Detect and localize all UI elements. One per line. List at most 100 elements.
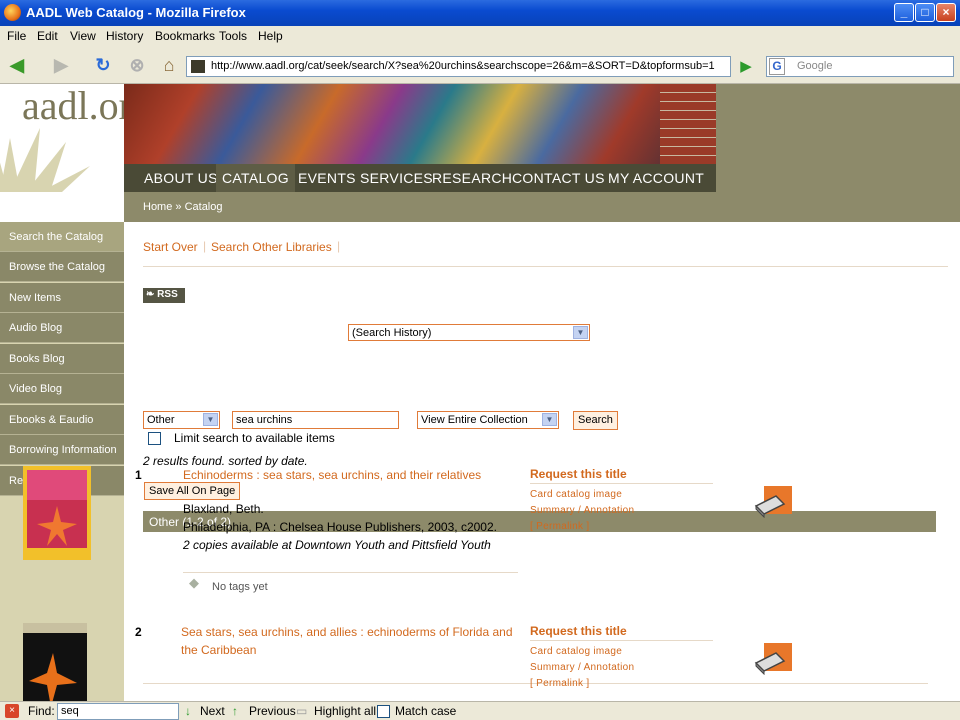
nav-catalog[interactable]: CATALOG xyxy=(216,164,295,192)
permalink-link[interactable]: [ Permalink ] xyxy=(530,678,713,689)
result-actions: Request this title Card catalog image Su… xyxy=(530,467,713,532)
minimize-button[interactable]: _ xyxy=(894,3,914,22)
search-engine-box[interactable]: G Google xyxy=(766,56,954,77)
tag-icon: ◆ xyxy=(189,575,199,590)
highlight-icon: ▭ xyxy=(296,704,308,718)
search-placeholder: Google xyxy=(797,60,833,72)
google-icon[interactable]: G xyxy=(769,58,785,75)
search-other-libraries-link[interactable]: Search Other Libraries xyxy=(211,240,332,254)
reload-icon[interactable]: ↻ xyxy=(90,52,116,78)
divider xyxy=(183,572,518,573)
scope-select[interactable]: View Entire Collection ▼ xyxy=(417,411,559,429)
summary-annotation-link[interactable]: Summary / Annotation xyxy=(530,505,713,516)
find-label: Find: xyxy=(28,704,55,718)
card-catalog-image-link[interactable]: Card catalog image xyxy=(530,646,713,657)
result-title[interactable]: Sea stars, sea urchins, and allies : ech… xyxy=(181,623,517,659)
go-icon[interactable]: ▶ xyxy=(736,56,756,77)
result-availability: 2 copies available at Downtown Youth and… xyxy=(183,538,491,552)
home-icon[interactable]: ⌂ xyxy=(156,52,182,78)
permalink-link[interactable]: [ Permalink ] xyxy=(530,521,713,532)
rss-label: RSS xyxy=(157,289,178,300)
search-history-value: (Search History) xyxy=(352,327,432,339)
save-all-button[interactable]: Save All On Page xyxy=(144,482,241,500)
stop-icon[interactable]: ⊗ xyxy=(124,52,150,78)
firefox-icon xyxy=(4,4,21,21)
nav-events[interactable]: EVENTS xyxy=(298,170,356,186)
back-icon[interactable]: ◀ xyxy=(4,52,30,78)
menu-view[interactable]: View xyxy=(70,29,96,43)
sun-graphic xyxy=(0,128,90,192)
nav-services[interactable]: SERVICES xyxy=(360,170,433,186)
book-cover-image[interactable] xyxy=(23,623,87,701)
close-find-icon[interactable]: × xyxy=(5,704,19,718)
navigation-toolbar: ◀ ▶ ↻ ⊗ ⌂ http://www.aadl.org/cat/seek/s… xyxy=(0,46,960,84)
link-divider: | xyxy=(203,239,207,253)
rss-icon: ❧ xyxy=(146,289,155,300)
scope-value: View Entire Collection xyxy=(421,414,528,426)
request-title-link[interactable]: Request this title xyxy=(530,624,713,641)
result-author[interactable]: Blaxland, Beth. xyxy=(183,502,264,516)
start-over-link[interactable]: Start Over xyxy=(143,240,198,254)
book-cover-image[interactable] xyxy=(23,466,91,560)
find-input-value: seq xyxy=(61,705,79,717)
menu-tools[interactable]: Tools xyxy=(219,29,247,43)
sidebar-item-new-items[interactable]: New Items xyxy=(0,283,124,313)
menu-bookmarks[interactable]: Bookmarks xyxy=(155,29,215,43)
find-previous-button[interactable]: Previous xyxy=(249,704,296,718)
menu-help[interactable]: Help xyxy=(258,29,283,43)
site-favicon xyxy=(191,60,205,73)
chevron-down-icon: ▼ xyxy=(542,413,557,426)
card-catalog-image-link[interactable]: Card catalog image xyxy=(530,489,713,500)
divider xyxy=(143,266,948,267)
menu-edit[interactable]: Edit xyxy=(37,29,58,43)
request-title-link[interactable]: Request this title xyxy=(530,467,713,484)
find-next-button[interactable]: Next xyxy=(200,704,225,718)
match-case-checkbox[interactable] xyxy=(377,705,390,718)
result-tags: No tags yet xyxy=(212,581,268,593)
summary-annotation-link[interactable]: Summary / Annotation xyxy=(530,662,713,673)
previous-arrow-icon[interactable]: ↑ xyxy=(232,704,238,718)
nav-my-account[interactable]: MY ACCOUNT xyxy=(608,170,704,186)
link-divider-2: | xyxy=(337,239,341,253)
site-nav: ABOUT US CATALOG EVENTS SERVICES RESEARC… xyxy=(124,164,716,192)
url-bar[interactable]: http://www.aadl.org/cat/seek/search/X?se… xyxy=(186,56,731,77)
logo-area: aadl.org xyxy=(0,84,151,192)
search-type-select[interactable]: Other ▼ xyxy=(143,411,220,429)
result-publisher: Philadelphia, PA : Chelsea House Publish… xyxy=(183,520,497,534)
sidebar-item-audio-blog[interactable]: Audio Blog xyxy=(0,313,124,343)
rss-button[interactable]: ❧ RSS xyxy=(143,288,185,303)
limit-available-checkbox[interactable] xyxy=(148,432,161,445)
sidebar-item-video-blog[interactable]: Video Blog xyxy=(0,374,124,404)
result-title[interactable]: Echinoderms : sea stars, sea urchins, an… xyxy=(183,466,519,484)
highlight-all-button[interactable]: Highlight all xyxy=(314,704,376,718)
menu-bar: File Edit View History Bookmarks Tools H… xyxy=(0,26,960,46)
brick-wall-image xyxy=(660,84,716,164)
search-button[interactable]: Search xyxy=(573,411,618,430)
breadcrumb-bar: Home » Catalog xyxy=(124,192,960,222)
match-case-label: Match case xyxy=(395,704,457,718)
next-arrow-icon[interactable]: ↓ xyxy=(185,704,191,718)
breadcrumb[interactable]: Home » Catalog xyxy=(143,201,223,213)
search-input[interactable]: sea urchins xyxy=(232,411,399,429)
find-input[interactable]: seq xyxy=(57,703,179,720)
window-titlebar: AADL Web Catalog - Mozilla Firefox _ □ × xyxy=(0,0,960,26)
maximize-button[interactable]: □ xyxy=(915,3,935,22)
sidebar-item-browse-catalog[interactable]: Browse the Catalog xyxy=(0,252,124,282)
sidebar-item-books-blog[interactable]: Books Blog xyxy=(0,344,124,374)
search-history-select[interactable]: (Search History) ▼ xyxy=(348,324,590,341)
result-number: 2 xyxy=(135,625,142,639)
nav-about-us[interactable]: ABOUT US xyxy=(144,170,218,186)
search-input-value: sea urchins xyxy=(236,414,293,426)
find-bar: × Find: seq ↓ Next ↑ Previous ▭ Highligh… xyxy=(0,701,960,720)
menu-file[interactable]: File xyxy=(7,29,26,43)
sidebar-item-borrowing-info[interactable]: Borrowing Information xyxy=(0,435,124,465)
sidebar-item-search-catalog[interactable]: Search the Catalog xyxy=(0,222,124,252)
header-filler xyxy=(716,84,960,192)
nav-research[interactable]: RESEARCH xyxy=(432,170,512,186)
sidebar-item-ebooks-eaudio[interactable]: Ebooks & Eaudio xyxy=(0,405,124,435)
forward-icon[interactable]: ▶ xyxy=(48,52,74,78)
nav-contact-us[interactable]: CONTACT US xyxy=(512,170,605,186)
header-banner-image xyxy=(124,84,716,164)
menu-history[interactable]: History xyxy=(106,29,143,43)
close-button[interactable]: × xyxy=(936,3,956,22)
